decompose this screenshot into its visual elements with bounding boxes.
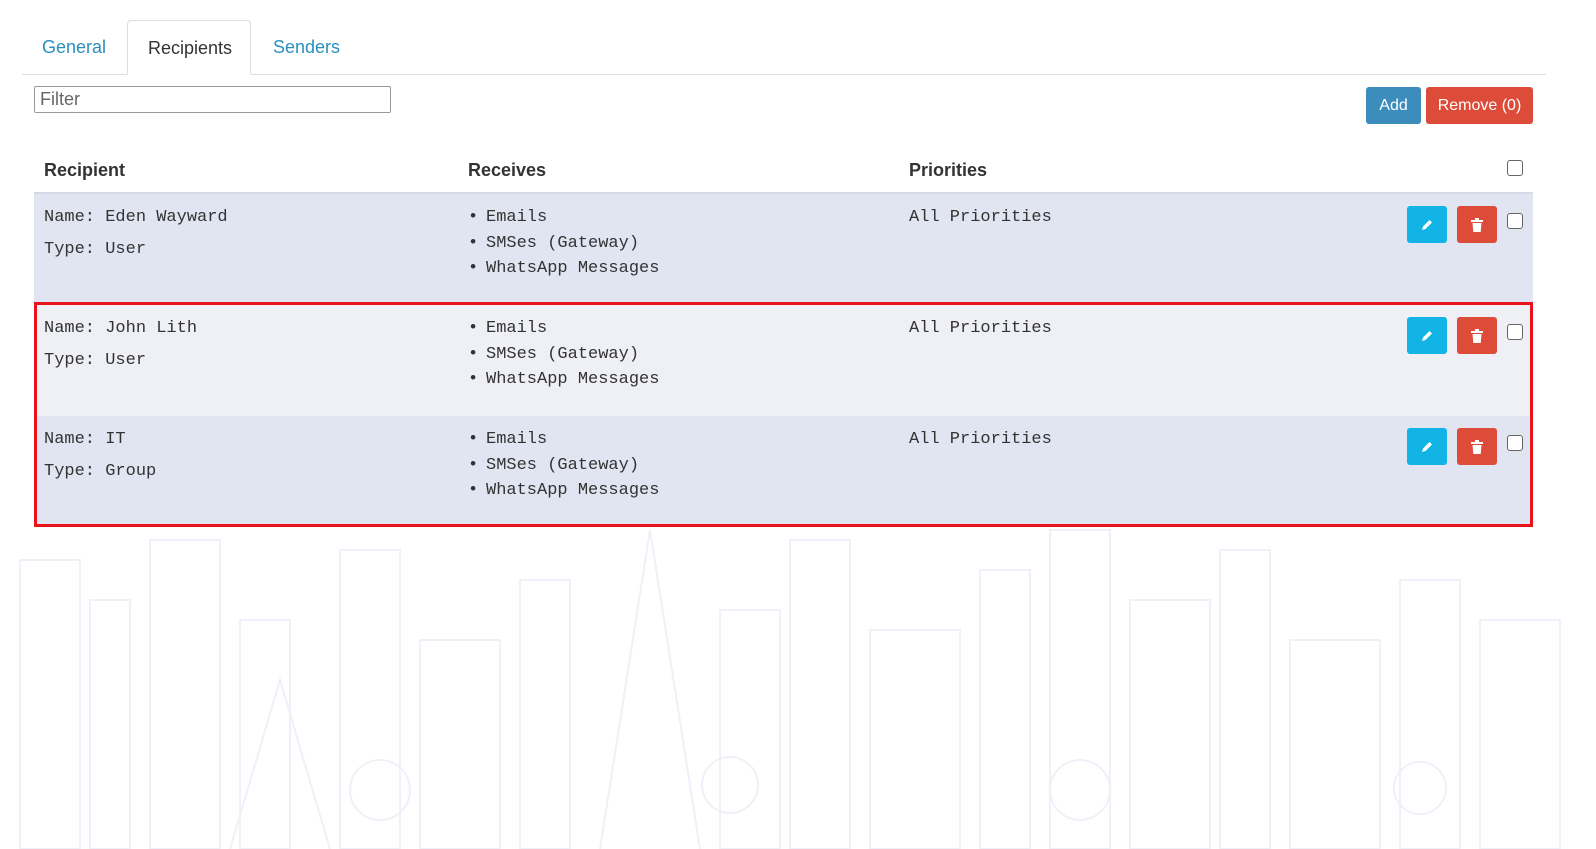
receives-list: Emails SMSes (Gateway) WhatsApp Messages [468,430,659,507]
table-row: Name: John Lith Type: User Emails SMSes … [34,305,1533,416]
header-priorities: Priorities [909,160,988,180]
tab-recipients[interactable]: Recipients [127,20,251,75]
list-item: Emails [468,430,659,456]
tab-general[interactable]: General [22,20,126,73]
table-header: Recipient Receives Priorities [34,145,1533,194]
recipient-type: Type: User [44,240,147,259]
list-item: Emails [468,208,659,234]
recipient-name: Name: IT [44,430,126,449]
list-item: WhatsApp Messages [468,259,659,285]
row-checkbox[interactable] [1507,435,1523,451]
priorities-value: All Priorities [909,319,1052,338]
receives-list: Emails SMSes (Gateway) WhatsApp Messages [468,319,659,396]
edit-button[interactable] [1407,428,1447,465]
list-item: WhatsApp Messages [468,481,659,507]
row-checkbox[interactable] [1507,324,1523,340]
delete-button[interactable] [1457,206,1497,243]
pencil-icon [1422,441,1432,452]
delete-button[interactable] [1457,317,1497,354]
recipient-type: Type: User [44,351,147,370]
filter-input[interactable] [34,86,391,113]
list-item: SMSes (Gateway) [468,345,659,371]
recipient-name: Name: Eden Wayward [44,208,228,227]
priorities-value: All Priorities [909,430,1052,449]
tab-senders[interactable]: Senders [253,20,363,73]
list-item: Emails [468,319,659,345]
trash-icon [1471,328,1483,343]
edit-button[interactable] [1407,206,1447,243]
header-receives: Receives [468,160,547,180]
priorities-value: All Priorities [909,208,1052,227]
trash-icon [1471,217,1483,232]
table-row: Name: Eden Wayward Type: User Emails SMS… [34,194,1533,305]
list-item: SMSes (Gateway) [468,456,659,482]
delete-button[interactable] [1457,428,1497,465]
pencil-icon [1422,330,1432,341]
table-row: Name: IT Type: Group Emails SMSes (Gatew… [34,416,1533,527]
remove-button[interactable]: Remove (0) [1426,87,1533,124]
background-skyline-decoration [19,529,1561,849]
edit-button[interactable] [1407,317,1447,354]
header-recipient: Recipient [44,160,126,180]
list-item: WhatsApp Messages [468,370,659,396]
receives-list: Emails SMSes (Gateway) WhatsApp Messages [468,208,659,285]
add-button[interactable]: Add [1366,87,1421,124]
list-item: SMSes (Gateway) [468,234,659,260]
trash-icon [1471,439,1483,454]
recipient-name: Name: John Lith [44,319,198,338]
row-checkbox[interactable] [1507,213,1523,229]
select-all-checkbox[interactable] [1507,160,1523,176]
recipients-table: Recipient Receives Priorities Name: Eden… [34,145,1533,527]
pencil-icon [1422,219,1432,230]
tab-bar: General Recipients Senders [22,20,1546,75]
recipient-type: Type: Group [44,462,157,481]
